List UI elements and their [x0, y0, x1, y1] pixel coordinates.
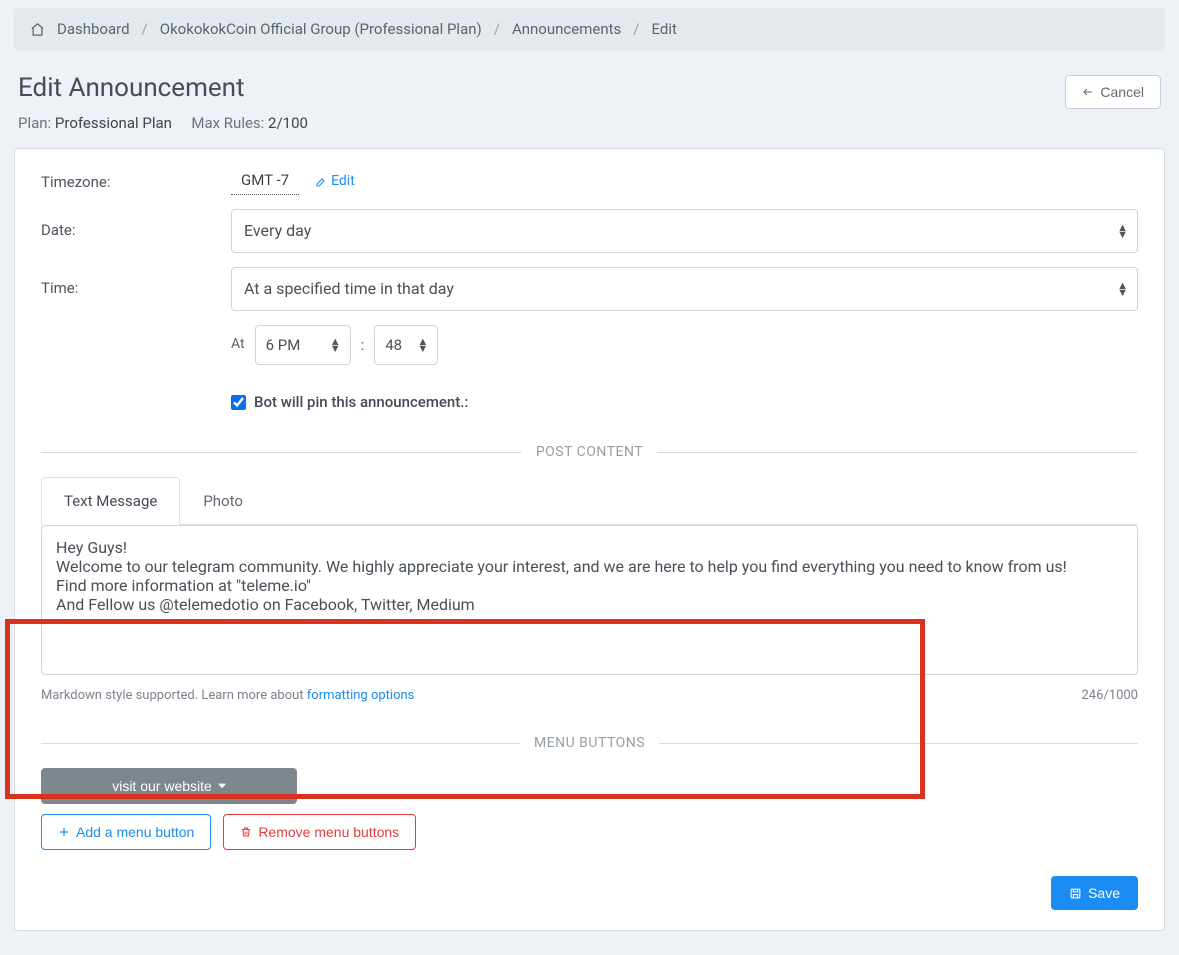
cancel-label: Cancel [1100, 84, 1144, 100]
add-menu-button[interactable]: Add a menu button [41, 814, 211, 850]
menu-button-chip-label: visit our website [112, 778, 212, 794]
cancel-button[interactable]: Cancel [1065, 75, 1161, 109]
time-label: Time: [41, 277, 231, 300]
helper-text: Markdown style supported. Learn more abo… [41, 686, 414, 706]
breadcrumb: Dashboard / OkokokokCoin Official Group … [14, 8, 1165, 51]
post-content-title: POST CONTENT [536, 442, 643, 463]
save-button[interactable]: Save [1051, 876, 1138, 910]
date-select[interactable]: Every day [231, 209, 1138, 253]
pin-checkbox[interactable] [231, 395, 246, 410]
add-menu-button-label: Add a menu button [76, 824, 194, 840]
save-icon [1069, 887, 1082, 900]
max-rules-label: Max Rules: [191, 114, 268, 132]
minute-select[interactable]: 48 [374, 325, 438, 366]
plan-label: Plan: [18, 114, 55, 132]
caret-down-icon [218, 783, 226, 789]
breadcrumb-dashboard[interactable]: Dashboard [57, 18, 130, 41]
plan-value: Professional Plan [55, 114, 172, 132]
date-label: Date: [41, 219, 231, 242]
breadcrumb-group[interactable]: OkokokokCoin Official Group (Professiona… [160, 18, 482, 41]
timezone-label: Timezone: [41, 171, 231, 194]
post-tabs: Text Message Photo [41, 477, 1138, 526]
timezone-edit-link[interactable]: Edit [315, 171, 355, 192]
menu-button-chip[interactable]: visit our website [41, 768, 297, 804]
post-content-divider: POST CONTENT [41, 442, 1138, 463]
time-mode-select[interactable]: At a specified time in that day [231, 267, 1138, 311]
remove-menu-buttons[interactable]: Remove menu buttons [223, 814, 416, 850]
message-textarea[interactable] [41, 525, 1138, 675]
remove-menu-buttons-label: Remove menu buttons [258, 824, 399, 840]
breadcrumb-separator: / [633, 18, 639, 41]
tab-text-message[interactable]: Text Message [41, 477, 180, 526]
tab-photo[interactable]: Photo [180, 477, 266, 526]
breadcrumb-current: Edit [651, 18, 676, 41]
time-colon: : [361, 334, 365, 357]
save-label: Save [1088, 885, 1120, 901]
plus-icon [58, 826, 70, 838]
timezone-edit-label: Edit [331, 171, 355, 192]
breadcrumb-announcements[interactable]: Announcements [512, 18, 621, 41]
page-subtitle: Plan: Professional Plan Max Rules: 2/100 [18, 112, 308, 135]
edit-icon [315, 176, 327, 188]
char-counter: 246/1000 [1081, 686, 1138, 706]
breadcrumb-separator: / [494, 18, 500, 41]
max-rules-value: 2/100 [268, 114, 308, 132]
trash-icon [240, 826, 252, 838]
timezone-value: GMT -7 [231, 169, 299, 195]
menu-buttons-divider: MENU BUTTONS [41, 733, 1138, 754]
menu-buttons-title: MENU BUTTONS [534, 733, 645, 754]
arrow-left-icon [1082, 86, 1094, 98]
breadcrumb-separator: / [142, 18, 148, 41]
page-title: Edit Announcement [18, 69, 308, 108]
pin-label: Bot will pin this announcement.: [254, 391, 468, 414]
helper-prefix: Markdown style supported. Learn more abo… [41, 688, 307, 703]
form-card: Timezone: GMT -7 Edit Date: Every day ▲▼ [14, 148, 1165, 931]
at-label: At [231, 334, 245, 355]
hour-select[interactable]: 6 PM [255, 325, 351, 366]
home-icon [30, 22, 45, 37]
formatting-options-link[interactable]: formatting options [307, 688, 415, 703]
